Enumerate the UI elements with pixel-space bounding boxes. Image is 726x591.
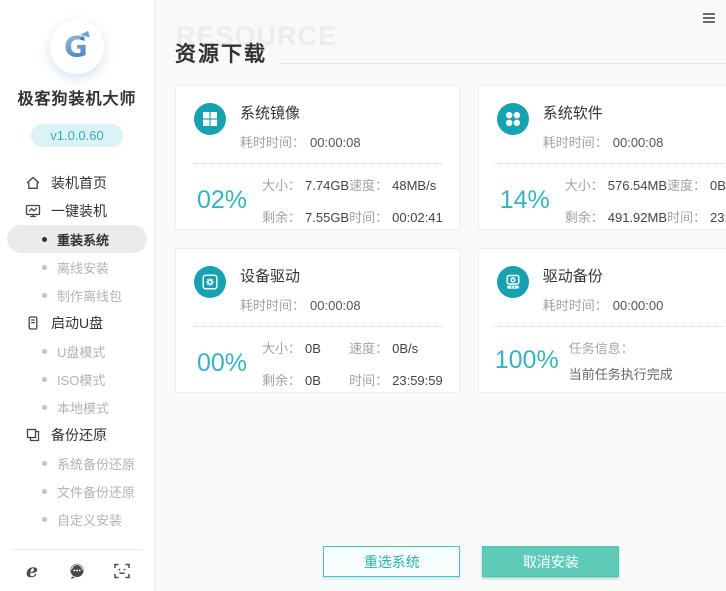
progress-percent: 100% [495, 346, 559, 375]
elapsed-time: 耗时时间：00:00:08 [543, 132, 664, 151]
page-title: 资源下载 [175, 38, 267, 68]
progress-percent: 02% [192, 186, 252, 215]
card-title: 设备驱动 [240, 264, 361, 286]
app-window: G 极客狗装机大师 v1.0.0.60 装机首页 [0, 0, 726, 591]
window-menu-button[interactable] [700, 9, 718, 27]
sidebar-item-home[interactable]: 装机首页 [0, 169, 154, 197]
task-info-label: 任务信息： [569, 338, 726, 357]
sidebar: G 极客狗装机大师 v1.0.0.60 装机首页 [0, 0, 155, 591]
version-badge: v1.0.0.60 [31, 124, 123, 147]
sidebar-item-label: 系统备份还原 [57, 454, 135, 473]
sidebar-item-label: ISO模式 [57, 370, 105, 389]
task-info: 任务信息： 当前任务执行完成 [569, 338, 726, 383]
card-title: 驱动备份 [543, 264, 664, 286]
card-driver-backup: 驱动备份 耗时时间：00:00:00 100% 任务信息： 当前任务执行完成 [478, 248, 726, 393]
bullet-icon [42, 461, 47, 466]
sidebar-item-offline-install[interactable]: 离线安装 [0, 253, 154, 281]
card-title: 系统软件 [543, 101, 664, 123]
sidebar-item-iso-mode[interactable]: ISO模式 [0, 365, 154, 393]
stat-size: 大小：0B [262, 338, 349, 357]
progress-percent: 00% [192, 349, 252, 378]
sidebar-item-label: 离线安装 [57, 258, 109, 277]
sidebar-item-backup-restore[interactable]: 备份还原 [0, 421, 154, 449]
sidebar-item-reinstall-system[interactable]: 重装系统 [7, 225, 147, 253]
stat-remaining: 剩余：0B [262, 370, 349, 389]
stat-speed: 速度：0B/s [349, 338, 443, 357]
stat-speed: 速度：48MB/s [349, 175, 443, 194]
support-headset-icon[interactable] [67, 561, 87, 581]
sidebar-item-label: 重装系统 [57, 230, 109, 249]
stat-time: 时间：00:02:41 [349, 207, 443, 226]
sidebar-menu: 装机首页 一键装机 重装系统 离线安装 [0, 169, 154, 533]
title-underline [279, 63, 726, 64]
sidebar-item-label: 装机首页 [51, 173, 107, 193]
bullet-icon [42, 265, 47, 270]
stat-remaining: 剩余：7.55GB [262, 207, 349, 226]
sidebar-item-label: 文件备份还原 [57, 482, 135, 501]
download-cards: 系统镜像 耗时时间：00:00:08 02% 大小：7.74GB 速度：48MB… [175, 85, 726, 393]
dotted-divider [192, 163, 443, 164]
sidebar-item-boot-usb[interactable]: 启动U盘 [0, 309, 154, 337]
dotted-divider [192, 326, 443, 327]
usb-drive-icon [25, 315, 41, 331]
window-controls [700, 9, 726, 27]
stat-speed: 速度：0B/s [667, 175, 726, 194]
cancel-install-button[interactable]: 取消安装 [482, 546, 619, 577]
bullet-icon [42, 349, 47, 354]
elapsed-time: 耗时时间：00:00:08 [240, 132, 361, 151]
sidebar-item-label: 本地模式 [57, 398, 109, 417]
main-panel: RESOURCE 资源下载 系统镜像 [155, 0, 726, 591]
sidebar-footer: e [0, 549, 154, 591]
footer-divider [12, 549, 142, 550]
page-header: RESOURCE 资源下载 [175, 36, 726, 68]
sidebar-item-label: U盘模式 [57, 342, 105, 361]
sidebar-item-label: 制作离线包 [57, 286, 122, 305]
monitor-chart-icon [25, 203, 41, 219]
app-name: 极客狗装机大师 [17, 85, 136, 109]
sidebar-item-custom-install[interactable]: 自定义安装 [0, 505, 154, 533]
stat-size: 大小：7.74GB [262, 175, 349, 194]
bullet-icon [42, 377, 47, 382]
driver-backup-icon [497, 266, 529, 298]
elapsed-time: 耗时时间：00:00:00 [543, 295, 664, 314]
elapsed-time: 耗时时间：00:00:08 [240, 295, 361, 314]
home-icon [25, 175, 41, 191]
task-info-value: 当前任务执行完成 [569, 364, 726, 383]
progress-percent: 14% [495, 186, 555, 215]
sidebar-item-local-mode[interactable]: 本地模式 [0, 393, 154, 421]
sidebar-item-label: 一键装机 [51, 201, 107, 221]
stat-time: 时间：23:59:59 [349, 370, 443, 389]
dotted-divider [495, 163, 726, 164]
backup-restore-icon [25, 427, 41, 443]
dotted-divider [495, 326, 726, 327]
sidebar-item-label: 备份还原 [51, 425, 107, 445]
system-image-icon [194, 103, 226, 135]
bullet-icon [42, 489, 47, 494]
card-system-image: 系统镜像 耗时时间：00:00:08 02% 大小：7.74GB 速度：48MB… [175, 85, 460, 230]
browser-e-icon[interactable]: e [22, 561, 42, 581]
bullet-icon [42, 293, 47, 298]
stat-time: 时间：23:59:59 [667, 207, 726, 226]
card-device-driver: 设备驱动 耗时时间：00:00:08 00% 大小：0B 速度：0B/s 剩余：… [175, 248, 460, 393]
device-driver-icon [194, 266, 226, 298]
sidebar-item-make-offline-pack[interactable]: 制作离线包 [0, 281, 154, 309]
bullet-icon [42, 517, 47, 522]
bullet-icon [42, 237, 47, 242]
stat-remaining: 剩余：491.92MB [565, 207, 667, 226]
sidebar-item-system-backup-restore[interactable]: 系统备份还原 [0, 449, 154, 477]
sidebar-item-one-key-install[interactable]: 一键装机 [0, 197, 154, 225]
card-title: 系统镜像 [240, 101, 361, 123]
sidebar-item-file-backup-restore[interactable]: 文件备份还原 [0, 477, 154, 505]
card-system-software: 系统软件 耗时时间：00:00:08 14% 大小：576.54MB 速度：0B… [478, 85, 726, 230]
system-software-icon [497, 103, 529, 135]
sidebar-item-usb-mode[interactable]: U盘模式 [0, 337, 154, 365]
geekdog-logo-icon: G [50, 20, 104, 74]
sidebar-item-label: 启动U盘 [51, 313, 103, 333]
bullet-icon [42, 405, 47, 410]
reselect-system-button[interactable]: 重选系统 [323, 546, 460, 577]
sidebar-item-label: 自定义安装 [57, 510, 122, 529]
stat-size: 大小：576.54MB [565, 175, 667, 194]
scan-qr-icon[interactable] [112, 561, 132, 581]
action-buttons: 重选系统 取消安装 [155, 546, 726, 577]
